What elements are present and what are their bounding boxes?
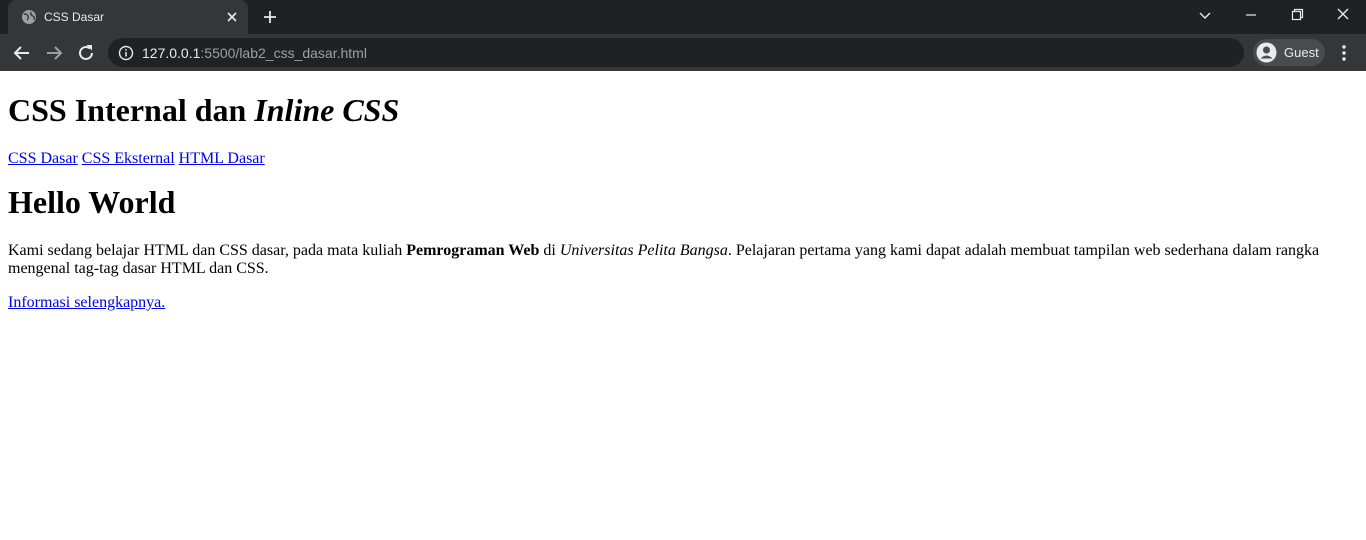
intro-paragraph: Kami sedang belajar HTML dan CSS dasar, … [8, 242, 1358, 278]
more-info: Informasi selengkapnya. [8, 294, 1358, 312]
tab-title: CSS Dasar [44, 10, 105, 24]
url-host: 127.0.0.1 [142, 45, 201, 61]
nav-link-css-eksternal[interactable]: CSS Eksternal [82, 150, 175, 167]
reload-icon[interactable] [74, 41, 98, 65]
site-info-icon[interactable] [118, 45, 134, 61]
tab-search-icon[interactable] [1193, 5, 1217, 25]
profile-label: Guest [1284, 45, 1319, 60]
url-path: :5500/lab2_css_dasar.html [200, 45, 367, 61]
more-info-link[interactable]: Informasi selengkapnya. [8, 294, 165, 311]
forward-arrow-icon[interactable] [42, 41, 66, 65]
intro-text-2: di [539, 242, 560, 259]
profile-button[interactable]: Guest [1253, 39, 1325, 66]
nav-link-css-dasar[interactable]: CSS Dasar [8, 150, 78, 167]
nav-link-html-dasar[interactable]: HTML Dasar [179, 150, 265, 167]
tab-strip: CSS Dasar [0, 0, 1366, 34]
close-tab-icon[interactable] [224, 9, 240, 25]
page-content: CSS Internal dan Inline CSS CSS Dasar CS… [0, 92, 1366, 312]
intro-text-1: Kami sedang belajar HTML dan CSS dasar, … [8, 242, 407, 259]
university-name: Universitas Pelita Bangsa [559, 242, 728, 259]
close-window-icon[interactable] [1331, 5, 1355, 25]
browser-chrome: CSS Dasar 127.0.0.1:5500/lab2_css_dasar.… [0, 0, 1366, 71]
new-tab-icon[interactable] [260, 7, 280, 27]
restore-icon[interactable] [1285, 5, 1309, 25]
browser-toolbar: 127.0.0.1:5500/lab2_css_dasar.html Guest [0, 34, 1366, 71]
more-menu-icon[interactable] [1334, 43, 1354, 63]
page-title-plain: CSS Internal dan [8, 92, 255, 128]
course-name: Pemrograman Web [406, 242, 540, 259]
browser-tab[interactable]: CSS Dasar [8, 0, 248, 34]
minimize-icon[interactable] [1239, 5, 1263, 25]
address-bar[interactable]: 127.0.0.1:5500/lab2_css_dasar.html [108, 38, 1244, 67]
page-title-italic: Inline CSS [254, 92, 400, 128]
avatar-icon [1256, 42, 1277, 63]
page-title: CSS Internal dan Inline CSS [8, 92, 1358, 129]
url-text[interactable]: 127.0.0.1:5500/lab2_css_dasar.html [142, 45, 367, 61]
globe-icon [22, 10, 36, 24]
section-heading: Hello World [8, 184, 176, 220]
back-arrow-icon[interactable] [10, 41, 34, 65]
nav-links: CSS Dasar CSS Eksternal HTML Dasar [8, 150, 1358, 168]
